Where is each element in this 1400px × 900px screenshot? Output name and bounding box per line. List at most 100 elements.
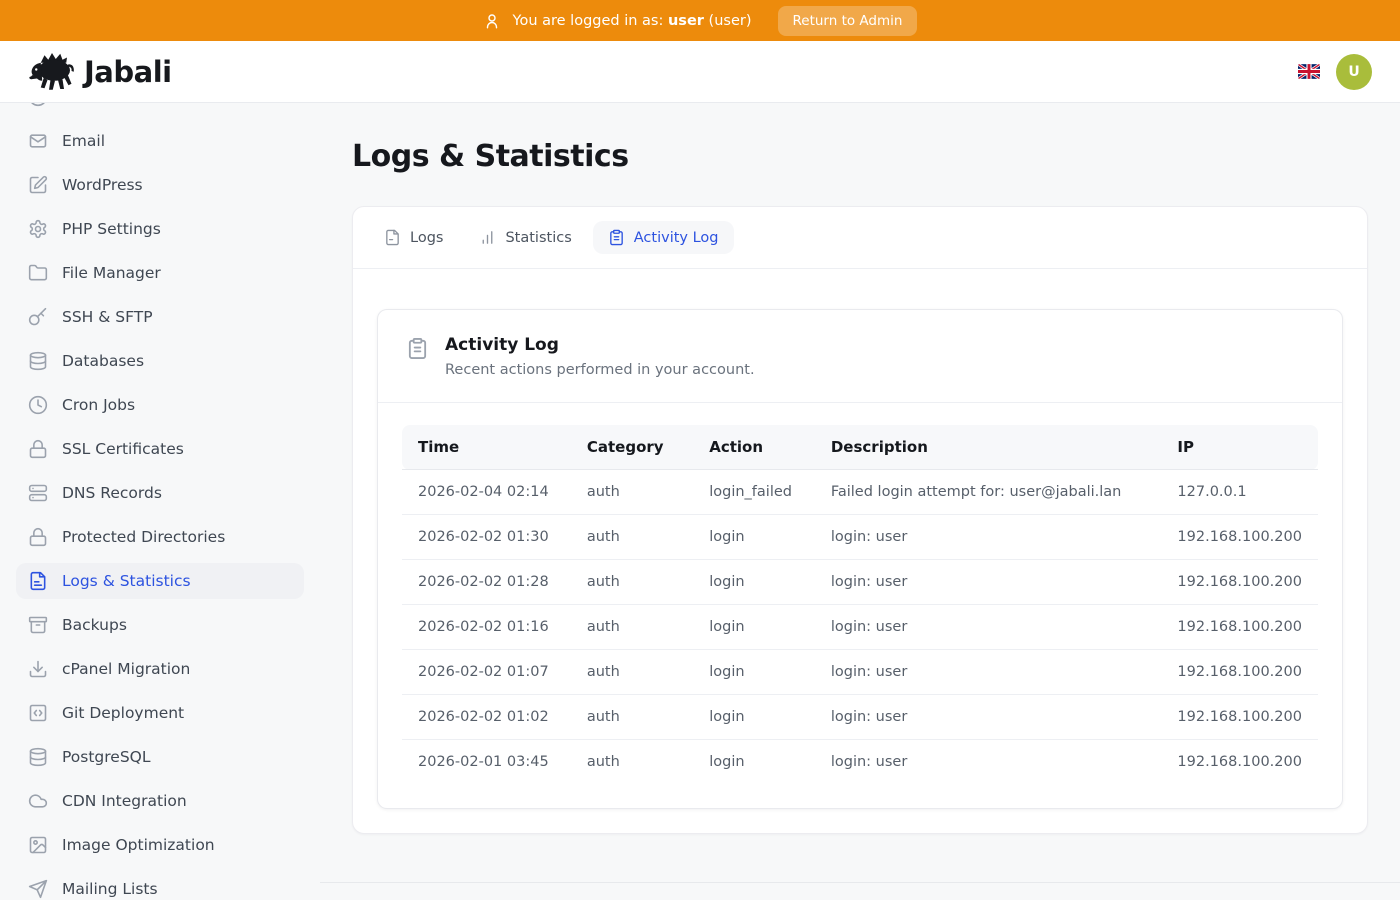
table-cell: login: user: [815, 650, 1162, 695]
image-icon: [28, 835, 48, 855]
table-cell: login: [693, 695, 815, 740]
sidebar-item-label: Cron Jobs: [62, 396, 135, 414]
sidebar-item-ssl-certificates[interactable]: SSL Certificates: [16, 431, 304, 467]
user-icon: [483, 12, 501, 30]
column-header-category: Category: [571, 425, 693, 470]
tab-activity-log[interactable]: Activity Log: [593, 221, 734, 254]
sidebar-item-label: CDN Integration: [62, 792, 187, 810]
brand[interactable]: Jabali: [28, 50, 172, 94]
sidebar-item-label: Logs & Statistics: [62, 572, 191, 590]
table-cell: login_failed: [693, 470, 815, 515]
sidebar-item-protected-directories[interactable]: Protected Directories: [16, 519, 304, 555]
table-cell: login: user: [815, 605, 1162, 650]
sidebar-item-mailing-lists[interactable]: Mailing Lists: [16, 871, 304, 899]
brand-name: Jabali: [84, 55, 172, 89]
tab-label: Activity Log: [634, 230, 719, 246]
sidebar-item-partial[interactable]: [16, 103, 304, 115]
tab-logs[interactable]: Logs: [369, 221, 458, 254]
column-header-time: Time: [402, 425, 571, 470]
sidebar-item-databases[interactable]: Databases: [16, 343, 304, 379]
table-cell: auth: [571, 515, 693, 560]
edit-icon: [28, 175, 48, 195]
activity-log-table: TimeCategoryActionDescriptionIP 2026-02-…: [402, 425, 1318, 784]
table-cell: 192.168.100.200: [1161, 560, 1318, 605]
clipboard-icon: [406, 337, 429, 360]
sidebar-item-label: cPanel Migration: [62, 660, 190, 678]
sidebar-item-cron-jobs[interactable]: Cron Jobs: [16, 387, 304, 423]
archive-icon: [28, 615, 48, 635]
table-cell: login: [693, 515, 815, 560]
sidebar-item-label: SSH & SFTP: [62, 308, 153, 326]
lock-icon: [28, 527, 48, 547]
clock-icon: [28, 395, 48, 415]
lock-icon: [28, 439, 48, 459]
sidebar-item-image-optimization[interactable]: Image Optimization: [16, 827, 304, 863]
sidebar-item-backups[interactable]: Backups: [16, 607, 304, 643]
uk-flag-icon[interactable]: [1298, 64, 1320, 79]
table-cell: auth: [571, 650, 693, 695]
sidebar-item-git-deployment[interactable]: Git Deployment: [16, 695, 304, 731]
sidebar-item-cdn-integration[interactable]: CDN Integration: [16, 783, 304, 819]
table-row: 2026-02-02 01:02authloginlogin: user192.…: [402, 695, 1318, 740]
tab-bar: Logs Statistics Activity Log: [353, 207, 1367, 269]
sidebar-item-label: Email: [62, 132, 105, 150]
file-icon: [384, 229, 401, 246]
gear-icon: [28, 219, 48, 239]
admin-impersonation-bar: You are logged in as: user (user) Return…: [0, 0, 1400, 41]
table-cell: auth: [571, 740, 693, 785]
sidebar-item-logs-statistics[interactable]: Logs & Statistics: [16, 563, 304, 599]
sidebar-item-ssh-sftp[interactable]: SSH & SFTP: [16, 299, 304, 335]
sidebar-item-label: PHP Settings: [62, 220, 161, 238]
table-row: 2026-02-02 01:30authloginlogin: user192.…: [402, 515, 1318, 560]
globe-icon: [28, 103, 48, 107]
sidebar: Email WordPress PHP Settings File Manager SS…: [0, 103, 320, 899]
tab-statistics[interactable]: Statistics: [464, 221, 586, 254]
sidebar-item-dns-records[interactable]: DNS Records: [16, 475, 304, 511]
boar-icon: [28, 50, 76, 94]
table-cell: 2026-02-02 01:30: [402, 515, 571, 560]
table-cell: 192.168.100.200: [1161, 650, 1318, 695]
table-header-row: TimeCategoryActionDescriptionIP: [402, 425, 1318, 470]
sidebar-item-cpanel-migration[interactable]: cPanel Migration: [16, 651, 304, 687]
sidebar-item-php-settings[interactable]: PHP Settings: [16, 211, 304, 247]
clipboard-icon: [608, 229, 625, 246]
sidebar-item-label: SSL Certificates: [62, 440, 184, 458]
logs-statistics-panel: Logs Statistics Activity Log Activity Log …: [352, 206, 1368, 834]
database-icon: [28, 351, 48, 371]
column-header-action: Action: [693, 425, 815, 470]
sidebar-item-file-manager[interactable]: File Manager: [16, 255, 304, 291]
table-cell: 2026-02-02 01:16: [402, 605, 571, 650]
table-row: 2026-02-02 01:16authloginlogin: user192.…: [402, 605, 1318, 650]
sidebar-item-postgresql[interactable]: PostgreSQL: [16, 739, 304, 775]
table-row: 2026-02-02 01:07authloginlogin: user192.…: [402, 650, 1318, 695]
avatar[interactable]: U: [1336, 54, 1372, 90]
activity-log-card: Activity Log Recent actions performed in…: [377, 309, 1343, 809]
table-cell: login: [693, 560, 815, 605]
tab-label: Statistics: [505, 230, 571, 246]
sidebar-item-label: Mailing Lists: [62, 880, 158, 898]
column-header-ip: IP: [1161, 425, 1318, 470]
download-icon: [28, 659, 48, 679]
footer-divider: [320, 882, 1400, 883]
logged-in-text: You are logged in as: user (user): [513, 13, 752, 29]
sidebar-item-label: DNS Records: [62, 484, 162, 502]
bar-chart-icon: [479, 229, 496, 246]
table-cell: 2026-02-04 02:14: [402, 470, 571, 515]
return-to-admin-button[interactable]: Return to Admin: [778, 6, 918, 36]
table-cell: auth: [571, 605, 693, 650]
table-cell: 192.168.100.200: [1161, 515, 1318, 560]
sidebar-item-label: Databases: [62, 352, 144, 370]
table-cell: 2026-02-02 01:02: [402, 695, 571, 740]
sidebar-item-email[interactable]: Email: [16, 123, 304, 159]
table-cell: 2026-02-02 01:28: [402, 560, 571, 605]
table-cell: Failed login attempt for: user@jabali.la…: [815, 470, 1162, 515]
main-content: Logs & Statistics LogsStatisticsActivity…: [320, 103, 1400, 899]
server-icon: [28, 483, 48, 503]
folder-icon: [28, 263, 48, 283]
code-icon: [28, 703, 48, 723]
sidebar-item-label: File Manager: [62, 264, 161, 282]
table-row: 2026-02-01 03:45authloginlogin: user192.…: [402, 740, 1318, 785]
table-cell: login: user: [815, 560, 1162, 605]
card-title: Activity Log: [445, 335, 755, 355]
sidebar-item-wordpress[interactable]: WordPress: [16, 167, 304, 203]
